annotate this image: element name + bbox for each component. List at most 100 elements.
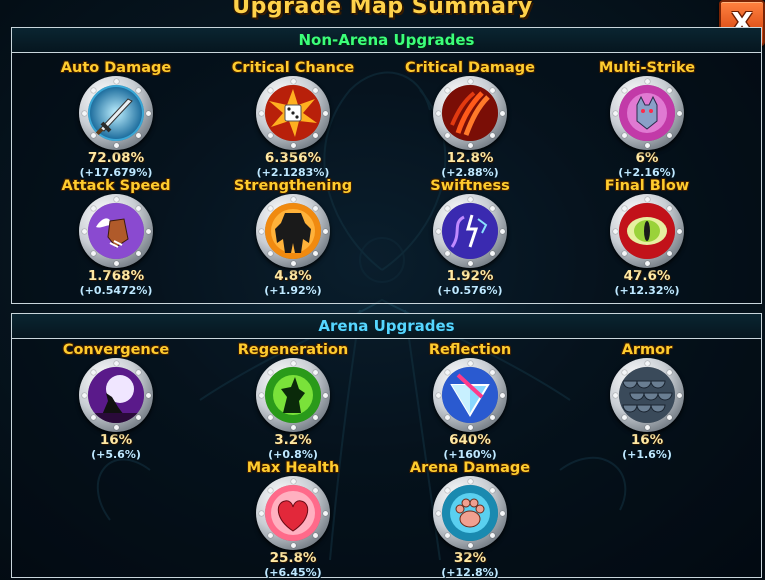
rivet xyxy=(136,369,142,375)
upgrade-critical-damage[interactable]: Critical Damage 12.8% (+2.88%) xyxy=(382,60,558,179)
rivet xyxy=(467,360,473,366)
upgrade-value: 1.92% xyxy=(446,268,494,284)
upgrade-bonus: (+0.576%) xyxy=(437,284,503,297)
rivet xyxy=(676,110,682,116)
rivet xyxy=(113,360,119,366)
upgrade-arena-damage[interactable]: Arena Damage 32% (+12.8%) xyxy=(382,460,558,579)
rivet xyxy=(267,369,273,375)
rivet xyxy=(267,205,273,211)
crystal-shield-icon xyxy=(442,367,498,423)
upgrade-value: 3.2% xyxy=(274,432,312,448)
upgrade-attack-speed[interactable]: Attack Speed 1.768% (+0.5472%) xyxy=(28,178,204,297)
beast-silhouette-icon xyxy=(265,203,321,259)
rivet xyxy=(267,133,273,139)
rivet xyxy=(313,251,319,257)
rivet xyxy=(490,487,496,493)
rivet xyxy=(313,487,319,493)
rivet xyxy=(322,392,328,398)
upgrade-regeneration[interactable]: Regeneration 3.2% (+0.8%) xyxy=(205,342,381,461)
rivet xyxy=(467,78,473,84)
rivet xyxy=(676,228,682,234)
upgrade-orb xyxy=(256,76,330,150)
rivet xyxy=(499,110,505,116)
rivet xyxy=(621,87,627,93)
upgrade-value: 6.356% xyxy=(264,150,322,166)
upgrade-value: 47.6% xyxy=(623,268,671,284)
upgrade-swiftness[interactable]: Swiftness 1.92% (+0.576%) xyxy=(382,178,558,297)
upgrade-auto-damage[interactable]: Auto Damage 72.08% (+17.679%) xyxy=(28,60,204,179)
rivet xyxy=(136,205,142,211)
rivet xyxy=(467,260,473,266)
rivet xyxy=(136,415,142,421)
rivet xyxy=(81,228,87,234)
rivet xyxy=(136,133,142,139)
upgrade-orb xyxy=(256,476,330,550)
upgrade-value: 4.8% xyxy=(274,268,312,284)
upgrade-reflection[interactable]: Reflection 640% (+160%) xyxy=(382,342,558,461)
sword-icon xyxy=(88,85,144,141)
rivet xyxy=(136,251,142,257)
rivet xyxy=(313,415,319,421)
upgrade-orb xyxy=(433,76,507,150)
rivet xyxy=(113,424,119,430)
upgrade-orb xyxy=(433,358,507,432)
rivet xyxy=(267,533,273,539)
rivet xyxy=(467,478,473,484)
rivet xyxy=(667,87,673,93)
rivet xyxy=(290,478,296,484)
upgrade-value: 25.8% xyxy=(269,550,317,566)
rivet xyxy=(467,196,473,202)
rivet xyxy=(136,87,142,93)
rivet xyxy=(267,251,273,257)
rivet xyxy=(322,510,328,516)
upgrade-value: 12.8% xyxy=(446,150,494,166)
upgrade-armor[interactable]: Armor 16% (+1.6%) xyxy=(559,342,735,461)
upgrade-orb xyxy=(79,194,153,268)
upgrade-value: 1.768% xyxy=(87,268,145,284)
rivet xyxy=(490,87,496,93)
rivet xyxy=(290,542,296,548)
arena-panel: Arena Upgrades Convergence 16% (+5.6%) R… xyxy=(11,313,762,579)
rivet xyxy=(490,415,496,421)
rivet xyxy=(667,369,673,375)
upgrade-orb xyxy=(256,358,330,432)
rivet xyxy=(145,228,151,234)
rivet xyxy=(90,251,96,257)
upgrade-final-blow[interactable]: Final Blow 47.6% (+12.32%) xyxy=(559,178,735,297)
upgrade-bonus: (+1.6%) xyxy=(622,448,672,461)
rivet xyxy=(667,415,673,421)
upgrade-value: 32% xyxy=(453,550,487,566)
upgrade-orb xyxy=(610,194,684,268)
rivet xyxy=(612,110,618,116)
rivet xyxy=(621,205,627,211)
rivet xyxy=(90,133,96,139)
rivet xyxy=(490,251,496,257)
rivet xyxy=(621,133,627,139)
rivet xyxy=(644,424,650,430)
arena-header: Arena Upgrades xyxy=(12,314,761,339)
upgrade-value: 72.08% xyxy=(87,150,145,166)
rivet xyxy=(290,360,296,366)
rivet xyxy=(322,228,328,234)
rivet xyxy=(644,260,650,266)
upgrade-max-health[interactable]: Max Health 25.8% (+6.45%) xyxy=(205,460,381,579)
rivet xyxy=(290,196,296,202)
rivet xyxy=(612,228,618,234)
wolf-pack-icon xyxy=(619,85,675,141)
rivet xyxy=(444,533,450,539)
rivet xyxy=(113,78,119,84)
upgrade-strengthening[interactable]: Strengthening 4.8% (+1.92%) xyxy=(205,178,381,297)
rivet xyxy=(667,133,673,139)
rivet xyxy=(621,415,627,421)
rivet xyxy=(313,133,319,139)
rivet xyxy=(90,415,96,421)
upgrade-convergence[interactable]: Convergence 16% (+5.6%) xyxy=(28,342,204,461)
upgrade-multi-strike[interactable]: Multi-Strike 6% (+2.16%) xyxy=(559,60,735,179)
upgrade-critical-chance[interactable]: Critical Chance 6.356% (+2.1283%) xyxy=(205,60,381,179)
non-arena-panel: Non-Arena Upgrades Auto Damage 72.08% (+… xyxy=(11,27,762,304)
rivet xyxy=(90,369,96,375)
rivet xyxy=(467,542,473,548)
rivet xyxy=(313,205,319,211)
upgrade-orb xyxy=(610,76,684,150)
rivet xyxy=(490,133,496,139)
